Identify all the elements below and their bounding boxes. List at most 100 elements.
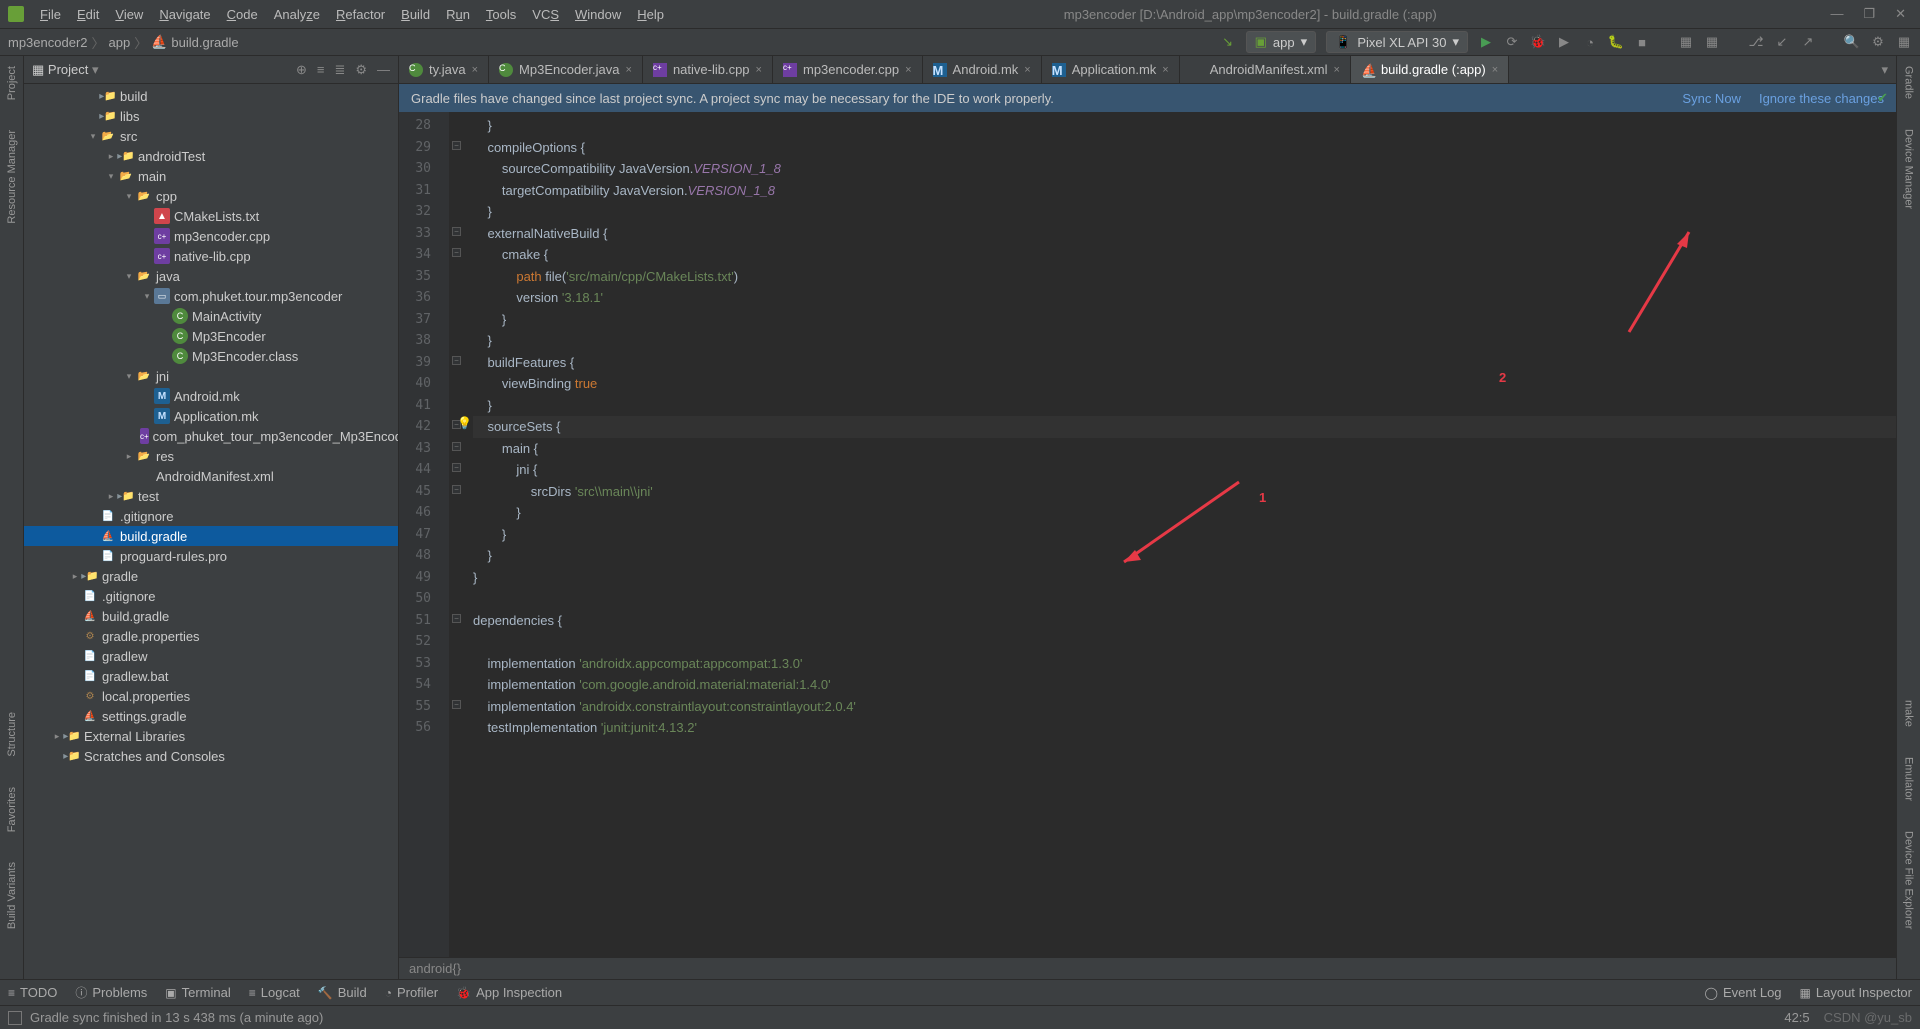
code-editor[interactable]: 28 29 30 31 32 33 34 35 36 37 38 39 40 4… (399, 112, 1896, 957)
status-tool-window-icon[interactable] (8, 1011, 22, 1025)
sidetab-project[interactable]: Project (6, 66, 18, 100)
menu-navigate[interactable]: Navigate (153, 4, 216, 25)
tree-item[interactable]: ▸▸📁gradle (24, 566, 398, 586)
close-tab-icon[interactable]: × (472, 64, 478, 76)
avd-icon[interactable]: ▦ (1678, 34, 1694, 50)
menu-run[interactable]: Run (440, 4, 476, 25)
menu-vcs[interactable]: VCS (526, 4, 565, 25)
minimize-icon[interactable]: — (1830, 6, 1843, 22)
menu-help[interactable]: Help (631, 4, 670, 25)
expand-all-icon[interactable]: ≡ (317, 62, 325, 78)
bottomtab-problems[interactable]: ⓘ Problems (75, 984, 147, 1001)
tree-item[interactable]: ⚙local.properties (24, 686, 398, 706)
select-opened-icon[interactable]: ⊕ (296, 62, 307, 78)
sidetab-build-variants[interactable]: Build Variants (6, 862, 18, 929)
editor-breadcrumb[interactable]: android{} (399, 957, 1896, 979)
close-tab-icon[interactable]: × (905, 64, 911, 76)
editor-tab[interactable]: c+mp3encoder.cpp× (773, 56, 923, 83)
tree-item[interactable]: ▸▸📁test (24, 486, 398, 506)
run-config-selector[interactable]: ▣app▾ (1246, 31, 1317, 53)
tree-item[interactable]: ⛵settings.gradle (24, 706, 398, 726)
close-tab-icon[interactable]: × (1024, 64, 1030, 76)
git-pull-icon[interactable]: ↙ (1774, 34, 1790, 50)
sync-icon[interactable]: ↘ (1220, 34, 1236, 50)
sync-now-link[interactable]: Sync Now (1682, 91, 1741, 106)
bottomtab-profiler[interactable]: ◔ Profiler (385, 985, 438, 1000)
close-tab-icon[interactable]: × (1492, 64, 1498, 76)
menu-build[interactable]: Build (395, 4, 436, 25)
sidetab-device-manager[interactable]: Device Manager (1903, 129, 1915, 209)
tree-item[interactable]: CMainActivity (24, 306, 398, 326)
source-code[interactable]: } compileOptions { sourceCompatibility J… (449, 112, 1896, 957)
tab-list-icon[interactable]: ▾ (1873, 62, 1896, 78)
editor-tab[interactable]: MApplication.mk× (1042, 56, 1180, 83)
breadcrumb-root[interactable]: mp3encoder2 (8, 35, 88, 50)
sidetab-emulator[interactable]: Emulator (1903, 757, 1915, 801)
bottomtab-event-log[interactable]: ◯ Event Log (1705, 985, 1782, 1000)
tree-item[interactable]: ▸▸📁androidTest (24, 146, 398, 166)
bottomtab-logcat[interactable]: ≡ Logcat (249, 985, 300, 1000)
tree-item[interactable]: ▲CMakeLists.txt (24, 206, 398, 226)
tree-item[interactable]: 📄.gitignore (24, 506, 398, 526)
tree-item[interactable]: MAndroid.mk (24, 386, 398, 406)
apply-changes-icon[interactable]: ⟳ (1504, 34, 1520, 50)
analysis-ok-icon[interactable]: ✔ (1877, 90, 1888, 106)
git-icon[interactable]: ⎇ (1748, 34, 1764, 50)
tree-item[interactable]: ▾📂java (24, 266, 398, 286)
tree-item[interactable]: ▸▸📁External Libraries (24, 726, 398, 746)
collapse-all-icon[interactable]: ≣ (334, 62, 345, 78)
bottomtab-build[interactable]: 🔨 Build (318, 985, 367, 1000)
sidetab-gradle[interactable]: Gradle (1903, 66, 1915, 99)
project-tree[interactable]: ▸📁build▸📁libs▾📂src▸▸📁androidTest▾📂main▾📂… (24, 84, 398, 979)
menu-file[interactable]: File (34, 4, 67, 25)
tree-item[interactable]: CMp3Encoder.class (24, 346, 398, 366)
editor-tab[interactable]: c+native-lib.cpp× (643, 56, 773, 83)
tree-item[interactable]: ⛵build.gradle (24, 606, 398, 626)
bottomtab-terminal[interactable]: ▣ Terminal (165, 985, 230, 1000)
sidetab-device-file-explorer[interactable]: Device File Explorer (1903, 831, 1915, 929)
sidetab-make[interactable]: make (1903, 700, 1915, 727)
coverage-icon[interactable]: ▶ (1556, 34, 1572, 50)
close-tab-icon[interactable]: × (1334, 64, 1340, 76)
profile-icon[interactable]: ◔ (1582, 35, 1598, 50)
run-icon[interactable]: ▶ (1478, 34, 1494, 50)
attach-icon[interactable]: 🐛 (1608, 34, 1624, 50)
tree-item[interactable]: ▾▭com.phuket.tour.mp3encoder (24, 286, 398, 306)
editor-tab[interactable]: Cty.java× (399, 56, 489, 83)
bottomtab-todo[interactable]: ≡ TODO (8, 985, 57, 1000)
close-tab-icon[interactable]: × (756, 64, 762, 76)
breadcrumb-file[interactable]: build.gradle (171, 35, 238, 50)
git-push-icon[interactable]: ↗ (1800, 34, 1816, 50)
editor-tab[interactable]: ⛵build.gradle (:app)× (1351, 56, 1509, 83)
show-options-icon[interactable]: ⚙ (355, 62, 367, 78)
stop-icon[interactable]: ■ (1634, 35, 1650, 50)
sdk-icon[interactable]: ▦ (1704, 34, 1720, 50)
tree-item[interactable]: ▸📁build (24, 86, 398, 106)
tree-item[interactable]: ▸📂res (24, 446, 398, 466)
tree-item[interactable]: MApplication.mk (24, 406, 398, 426)
menu-view[interactable]: View (109, 4, 149, 25)
close-tab-icon[interactable]: × (1162, 64, 1168, 76)
tree-item[interactable]: AndroidManifest.xml (24, 466, 398, 486)
sidetab-structure[interactable]: Structure (6, 712, 18, 757)
tree-item[interactable]: 📄gradlew (24, 646, 398, 666)
editor-tab[interactable]: CMp3Encoder.java× (489, 56, 643, 83)
tree-item[interactable]: 📄.gitignore (24, 586, 398, 606)
close-tab-icon[interactable]: × (626, 64, 632, 76)
menu-tools[interactable]: Tools (480, 4, 522, 25)
bottomtab-layout-inspector[interactable]: ▦ Layout Inspector (1800, 985, 1912, 1000)
device-selector[interactable]: 📱Pixel XL API 30▾ (1326, 31, 1468, 53)
tree-item[interactable]: ▾📂src (24, 126, 398, 146)
hide-icon[interactable]: — (377, 62, 390, 78)
menu-refactor[interactable]: Refactor (330, 4, 391, 25)
editor-tab[interactable]: AndroidManifest.xml× (1180, 56, 1351, 83)
tree-item[interactable]: c+com_phuket_tour_mp3encoder_Mp3Encoder.… (24, 426, 398, 446)
bottomtab-app-inspection[interactable]: 🐞 App Inspection (456, 985, 562, 1000)
tree-item[interactable]: CMp3Encoder (24, 326, 398, 346)
ignore-changes-link[interactable]: Ignore these changes (1759, 91, 1884, 106)
debug-icon[interactable]: 🐞 (1530, 34, 1546, 50)
tree-item[interactable]: ⚙gradle.properties (24, 626, 398, 646)
sidetab-favorites[interactable]: Favorites (6, 787, 18, 832)
tree-item[interactable]: c+mp3encoder.cpp (24, 226, 398, 246)
tree-item[interactable]: ⛵build.gradle (24, 526, 398, 546)
